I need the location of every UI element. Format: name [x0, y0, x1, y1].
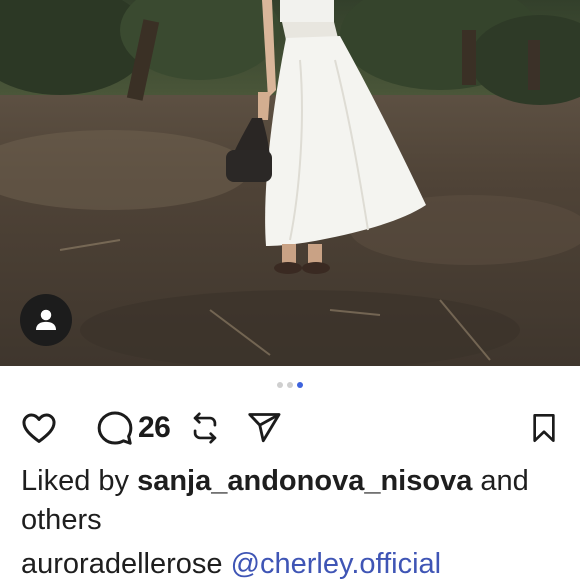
share-button[interactable]	[246, 410, 282, 446]
repost-button[interactable]	[188, 411, 222, 445]
carousel-indicator	[0, 382, 580, 388]
liked-by-username[interactable]: sanja_andonova_nisova	[137, 465, 472, 497]
carousel-dot	[277, 382, 283, 388]
user-icon	[36, 309, 56, 330]
carousel-dot-active	[297, 382, 303, 388]
caption-username[interactable]: auroradellerose	[21, 548, 223, 580]
tag-people-button[interactable]	[20, 294, 72, 346]
comment-count: 26	[138, 411, 171, 444]
comment-bubble-icon	[97, 411, 133, 445]
heart-icon	[22, 413, 56, 443]
bookmark-icon	[533, 414, 555, 442]
send-icon	[248, 413, 281, 443]
action-bar: 26	[20, 408, 560, 448]
likes-prefix: Liked by	[21, 465, 130, 497]
comment-button[interactable]: 26	[96, 409, 171, 447]
like-button[interactable]	[20, 409, 58, 447]
carousel-dot	[287, 382, 293, 388]
repost-icon	[194, 412, 217, 444]
caption-mention[interactable]: @cherley.official	[231, 548, 442, 580]
post-caption: auroradellerose @cherley.official	[21, 546, 580, 582]
post-image[interactable]	[0, 0, 580, 366]
save-button[interactable]	[528, 411, 560, 445]
likes-summary[interactable]: Liked by sanja_andonova_nisova and other…	[21, 462, 566, 540]
